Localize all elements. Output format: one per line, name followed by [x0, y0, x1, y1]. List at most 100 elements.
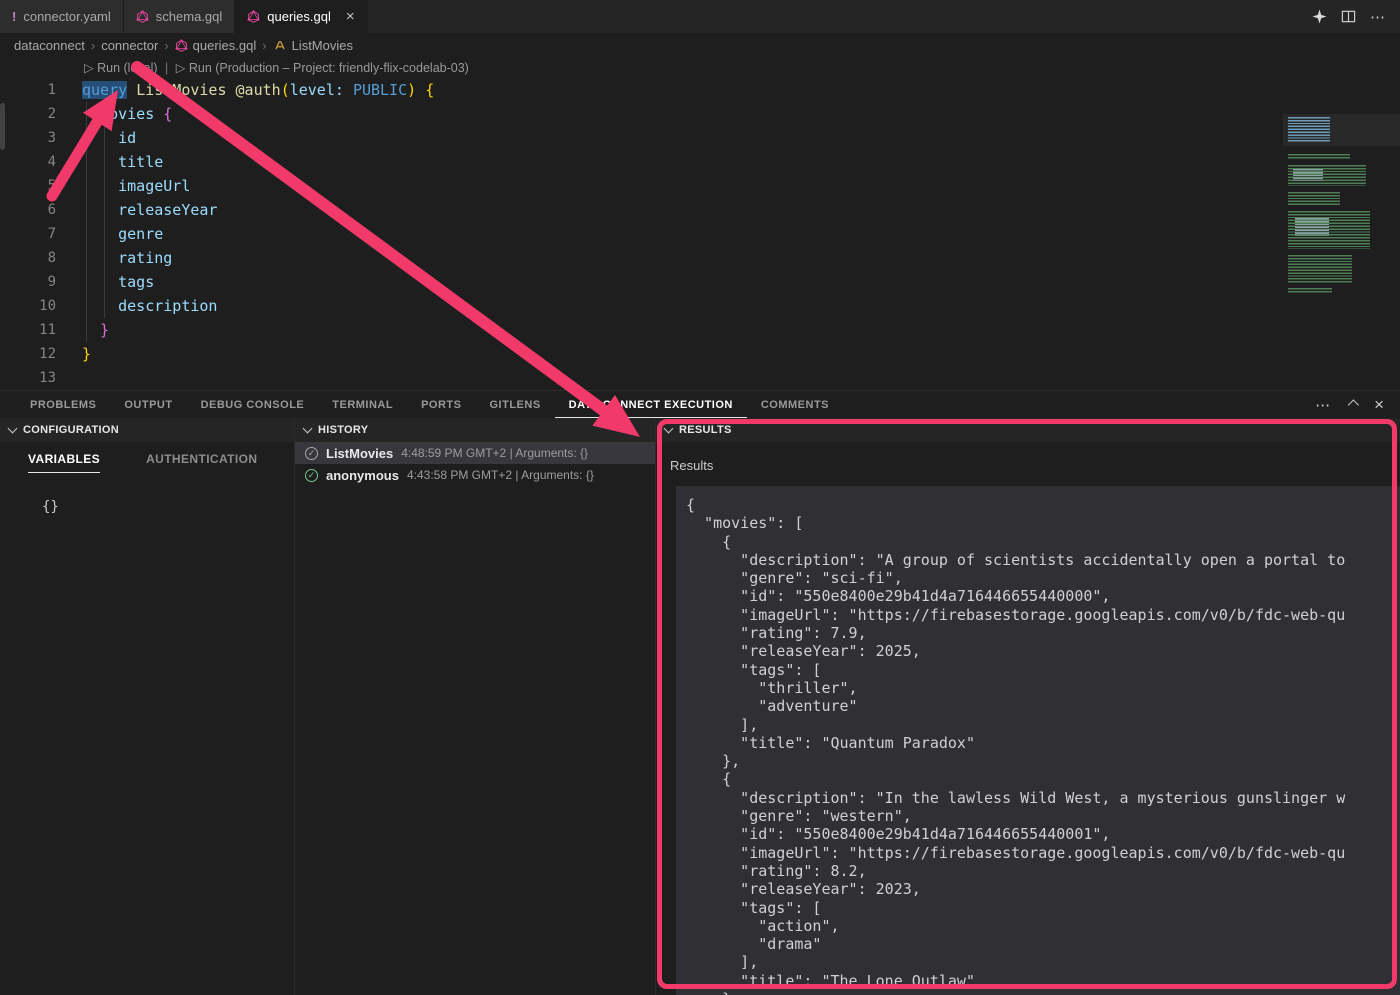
- panel-tab-bar: PROBLEMS OUTPUT DEBUG CONSOLE TERMINAL P…: [0, 391, 1400, 418]
- code-line[interactable]: 5 imageUrl: [0, 174, 1270, 198]
- tab-queries-gql[interactable]: queries.gql ×: [235, 0, 367, 33]
- variables-value[interactable]: {}: [42, 499, 294, 515]
- configuration-header[interactable]: CONFIGURATION: [0, 418, 294, 442]
- history-header[interactable]: HISTORY: [295, 418, 655, 442]
- line-content: description: [82, 294, 217, 318]
- maximize-panel-icon[interactable]: [1348, 399, 1359, 410]
- breadcrumb-separator: ›: [262, 38, 266, 53]
- results-section: RESULTS Results { "movies": [ { "descrip…: [656, 418, 1400, 995]
- line-number: 4: [0, 150, 56, 174]
- tab-label: connector.yaml: [23, 9, 110, 24]
- breadcrumb-separator: ›: [164, 38, 168, 53]
- more-actions-icon[interactable]: ⋯: [1370, 8, 1386, 26]
- line-number: 7: [0, 222, 56, 246]
- chevron-down-icon: [664, 424, 674, 434]
- panel-tab-data-connect-execution[interactable]: DATA CONNECT EXECUTION: [555, 391, 747, 418]
- editor-tab-bar: ! connector.yaml schema.gql queries.gql …: [0, 0, 1400, 33]
- code-line[interactable]: 8 rating: [0, 246, 1270, 270]
- code-line[interactable]: 10 description: [0, 294, 1270, 318]
- panel-tab-debug-console[interactable]: DEBUG CONSOLE: [187, 391, 319, 418]
- configuration-tabs: VARIABLES AUTHENTICATION: [0, 442, 294, 473]
- breadcrumb-dataconnect[interactable]: dataconnect: [14, 38, 85, 53]
- panel-tab-problems[interactable]: PROBLEMS: [16, 391, 110, 418]
- panel-actions: ⋯ ×: [1315, 396, 1400, 414]
- code-line[interactable]: 12 }: [0, 342, 1270, 366]
- code-line[interactable]: 7 genre: [0, 222, 1270, 246]
- breadcrumb-connector[interactable]: connector: [101, 38, 158, 53]
- query-operation-icon: [273, 39, 287, 52]
- panel-tab-terminal[interactable]: TERMINAL: [318, 391, 407, 418]
- results-json-block[interactable]: { "movies": [ { "description": "A group …: [676, 486, 1400, 995]
- code-line[interactable]: 6 releaseYear: [0, 198, 1270, 222]
- code-line[interactable]: 2 movies {: [0, 102, 1270, 126]
- line-number: 5: [0, 174, 56, 198]
- line-content: imageUrl: [82, 174, 190, 198]
- line-content: query ListMovies @auth(level: PUBLIC) {: [82, 78, 434, 102]
- code-line[interactable]: 3 id: [0, 126, 1270, 150]
- breadcrumb-listmovies[interactable]: ListMovies: [273, 38, 353, 53]
- minimap[interactable]: [1283, 114, 1400, 296]
- code-line[interactable]: 1 query ListMovies @auth(level: PUBLIC) …: [0, 78, 1270, 102]
- tab-label: queries.gql: [267, 9, 331, 24]
- history-section: HISTORY ✓ ListMovies 4:48:59 PM GMT+2 | …: [295, 418, 656, 995]
- chevron-down-icon: [303, 424, 313, 434]
- panel-tab-comments[interactable]: COMMENTS: [747, 391, 843, 418]
- codelens-separator: |: [161, 61, 172, 75]
- run-production-link[interactable]: ▷ Run (Production – Project: friendly-fl…: [176, 61, 469, 75]
- line-content: rating: [82, 246, 172, 270]
- code-lines: 1 query ListMovies @auth(level: PUBLIC) …: [0, 78, 1270, 390]
- results-header[interactable]: RESULTS: [656, 418, 1400, 442]
- yaml-warning-icon: !: [12, 9, 16, 24]
- code-editor[interactable]: ▷ Run (local) | ▷ Run (Production – Proj…: [0, 57, 1400, 390]
- history-item-anonymous[interactable]: ✓ anonymous 4:43:58 PM GMT+2 | Arguments…: [295, 464, 655, 486]
- panel-tab-gitlens[interactable]: GITLENS: [476, 391, 555, 418]
- history-item-listmovies[interactable]: ✓ ListMovies 4:48:59 PM GMT+2 | Argument…: [295, 442, 655, 464]
- split-editor-icon[interactable]: [1341, 9, 1356, 24]
- breadcrumb-queries-gql[interactable]: queries.gql: [175, 38, 257, 53]
- check-circle-success-icon: ✓: [305, 469, 318, 482]
- code-line[interactable]: 13: [0, 366, 1270, 390]
- indent-guide: [104, 126, 105, 318]
- results-label: Results: [670, 458, 1400, 473]
- line-number: 3: [0, 126, 56, 150]
- authentication-tab[interactable]: AUTHENTICATION: [146, 452, 257, 473]
- check-circle-icon: ✓: [305, 447, 318, 460]
- line-number: 10: [0, 294, 56, 318]
- vscode-window: ! connector.yaml schema.gql queries.gql …: [0, 0, 1400, 995]
- line-number: 2: [0, 102, 56, 126]
- breadcrumb-separator: ›: [91, 38, 95, 53]
- close-tab-icon[interactable]: ×: [346, 9, 355, 24]
- breadcrumb: dataconnect › connector › queries.gql › …: [0, 33, 1400, 57]
- code-line[interactable]: 11 }: [0, 318, 1270, 342]
- tab-connector-yaml[interactable]: ! connector.yaml: [0, 0, 124, 33]
- graphql-icon: [136, 10, 149, 23]
- copilot-sparkle-icon[interactable]: [1312, 9, 1327, 24]
- line-number: 8: [0, 246, 56, 270]
- line-content: tags: [82, 270, 154, 294]
- code-line[interactable]: 9 tags: [0, 270, 1270, 294]
- run-local-link[interactable]: ▷ Run (local): [84, 61, 158, 75]
- variables-tab[interactable]: VARIABLES: [28, 452, 100, 473]
- line-content: genre: [82, 222, 163, 246]
- line-number: 1: [0, 78, 56, 102]
- line-number: 6: [0, 198, 56, 222]
- tab-schema-gql[interactable]: schema.gql: [124, 0, 235, 33]
- panel-more-icon[interactable]: ⋯: [1315, 396, 1330, 414]
- code-line[interactable]: 4 title: [0, 150, 1270, 174]
- panel-columns: CONFIGURATION VARIABLES AUTHENTICATION {…: [0, 418, 1400, 995]
- line-content: movies {: [82, 102, 172, 126]
- line-number: 11: [0, 318, 56, 342]
- line-content: title: [82, 150, 163, 174]
- line-number: 13: [0, 366, 56, 390]
- line-number: 12: [0, 342, 56, 366]
- panel-tab-ports[interactable]: PORTS: [407, 391, 475, 418]
- line-number: 9: [0, 270, 56, 294]
- tab-label: schema.gql: [156, 9, 222, 24]
- close-panel-icon[interactable]: ×: [1374, 396, 1384, 413]
- line-content: id: [82, 126, 136, 150]
- chevron-down-icon: [8, 424, 18, 434]
- panel-tab-output[interactable]: OUTPUT: [110, 391, 186, 418]
- graphql-icon: [175, 39, 188, 52]
- bottom-panel: PROBLEMS OUTPUT DEBUG CONSOLE TERMINAL P…: [0, 390, 1400, 995]
- codelens: ▷ Run (local) | ▷ Run (Production – Proj…: [84, 60, 469, 75]
